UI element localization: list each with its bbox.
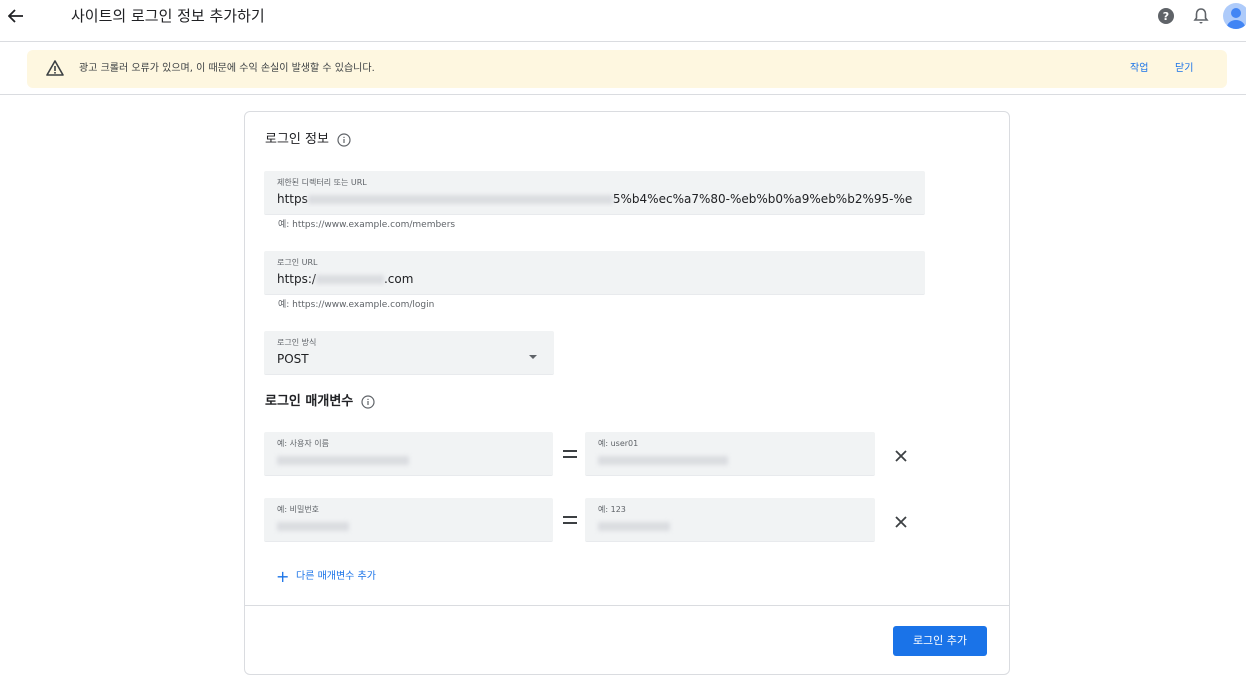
login-method-select[interactable]: 로그인 방식 POST xyxy=(264,331,554,375)
restricted-url-suffix: 5%b4%ec%a7%80-%eb%b0%a9%eb%b2%95-%ec%9c%… xyxy=(612,192,913,206)
svg-text:?: ? xyxy=(1163,10,1169,23)
help-icon[interactable]: ? xyxy=(1157,7,1175,25)
info-icon[interactable] xyxy=(337,133,351,147)
arrow-back-icon[interactable] xyxy=(6,6,26,26)
close-icon[interactable] xyxy=(894,514,908,528)
equals-icon xyxy=(563,450,577,458)
chevron-down-icon xyxy=(529,355,537,359)
warning-icon xyxy=(46,60,64,76)
restricted-url-value[interactable]: https 5%b4%ec%a7%80-%eb%b0%a9%eb%b2%95-%e… xyxy=(277,191,913,207)
param-name-value[interactable] xyxy=(277,520,349,532)
param-value-placeholder: 예: 123 xyxy=(598,505,626,514)
redacted-text xyxy=(598,456,728,465)
redacted-text xyxy=(277,456,409,465)
redacted-text xyxy=(277,522,349,531)
login-url-suffix: .com xyxy=(383,272,414,286)
restricted-url-hint: 예: https://www.example.com/members xyxy=(278,220,456,230)
param-value-input[interactable]: 예: 123 xyxy=(585,498,875,542)
restricted-url-prefix: https xyxy=(277,192,308,206)
divider xyxy=(245,605,1009,606)
login-method-label: 로그인 방식 xyxy=(277,338,317,347)
login-params-heading: 로그인 매개변수 xyxy=(265,394,375,410)
bell-icon[interactable] xyxy=(1193,7,1209,25)
param-name-placeholder: 예: 사용자 이름 xyxy=(277,439,329,448)
param-value-placeholder: 예: user01 xyxy=(598,439,639,448)
info-icon[interactable] xyxy=(361,395,375,409)
login-info-card: 로그인 정보 제한된 디렉터리 또는 URL https 5%b4%ec%a7%8… xyxy=(244,111,1010,675)
login-method-value: POST xyxy=(277,352,309,366)
add-param-button[interactable]: + 다른 매개변수 추가 xyxy=(276,567,376,586)
redacted-text xyxy=(598,522,670,531)
alert-action-link[interactable]: 작업 xyxy=(1130,62,1148,76)
login-url-prefix: https:/ xyxy=(277,272,316,286)
param-value-value[interactable] xyxy=(598,454,728,466)
add-param-label: 다른 매개변수 추가 xyxy=(296,571,376,582)
page-title: 사이트의 로그인 정보 추가하기 xyxy=(71,7,265,25)
crawler-error-alert: 광고 크롤러 오류가 있으며, 이 때문에 수익 손실이 발생할 수 있습니다.… xyxy=(27,50,1227,88)
plus-icon: + xyxy=(276,567,290,586)
login-url-value[interactable]: https:/ .com xyxy=(277,271,413,287)
add-login-button[interactable]: 로그인 추가 xyxy=(893,626,987,656)
param-name-value[interactable] xyxy=(277,454,409,466)
redacted-text xyxy=(307,195,613,204)
param-name-input[interactable]: 예: 비밀번호 xyxy=(264,498,553,542)
login-url-field[interactable]: 로그인 URL https:/ .com xyxy=(264,251,925,295)
login-url-label: 로그인 URL xyxy=(277,258,318,267)
equals-icon xyxy=(563,516,577,524)
param-value-value[interactable] xyxy=(598,520,670,532)
account-avatar[interactable] xyxy=(1223,3,1246,29)
alert-message: 광고 크롤러 오류가 있으며, 이 때문에 수익 손실이 발생할 수 있습니다. xyxy=(79,63,375,74)
divider xyxy=(0,94,1246,95)
param-value-input[interactable]: 예: user01 xyxy=(585,432,875,476)
restricted-url-label: 제한된 디렉터리 또는 URL xyxy=(277,178,367,187)
top-app-bar: 사이트의 로그인 정보 추가하기 ? xyxy=(0,0,1246,42)
alert-close-link[interactable]: 닫기 xyxy=(1175,62,1193,76)
param-name-input[interactable]: 예: 사용자 이름 xyxy=(264,432,553,476)
login-info-heading: 로그인 정보 xyxy=(265,132,351,148)
restricted-url-field[interactable]: 제한된 디렉터리 또는 URL https 5%b4%ec%a7%80-%eb%b… xyxy=(264,171,925,215)
login-url-hint: 예: https://www.example.com/login xyxy=(278,300,435,310)
redacted-text xyxy=(315,275,384,284)
close-icon[interactable] xyxy=(894,448,908,462)
param-name-placeholder: 예: 비밀번호 xyxy=(277,505,320,514)
